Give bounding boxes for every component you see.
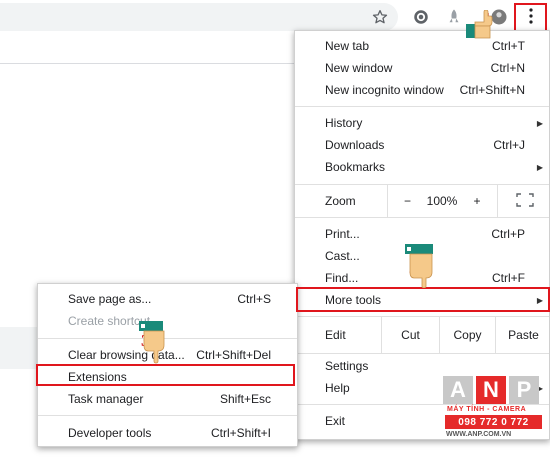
zoom-label: Zoom [325,194,356,208]
menu-item-history[interactable]: History ▶ [295,112,549,134]
menu-label: Exit [325,414,346,428]
zoom-value: 100% [426,194,458,208]
pointing-hand-icon [405,244,433,288]
menu-label: Bookmarks [325,160,386,174]
menu-shortcut: Ctrl+Shift+N [459,83,525,97]
menu-item-settings[interactable]: Settings [295,355,549,377]
menu-shortcut: Ctrl+J [493,138,525,152]
menu-label: Downloads [325,138,385,152]
watermark-letters: A N P [443,376,539,404]
more-tools-submenu: Save page as... Ctrl+S Create shortcut..… [37,283,298,447]
menu-item-edit: Edit Cut Copy Paste [295,317,549,353]
menu-label: Cast... [325,249,360,263]
paste-button[interactable]: Paste [495,317,550,353]
anp-watermark-logo: A N P MÁY TÍNH - CAMERA 098 772 0 772 WW… [443,376,544,446]
copy-button[interactable]: Copy [439,317,495,353]
menu-separator [295,353,549,354]
menu-shortcut: Ctrl+T [492,39,525,53]
menu-shortcut: Ctrl+N [490,61,525,75]
submenu-arrow-icon: ▶ [536,118,543,128]
fullscreen-icon [515,192,534,210]
menu-item-bookmarks[interactable]: Bookmarks ▶ [295,156,549,178]
edit-label: Edit [325,328,346,342]
menu-label: Settings [325,359,369,373]
menu-label: Developer tools [68,426,152,440]
watermark-letter: P [509,376,539,404]
menu-label: New tab [325,39,370,53]
menu-label: Find... [325,271,359,285]
menu-item-new-tab[interactable]: New tab Ctrl+T [295,35,549,57]
menu-label: More tools [325,293,382,307]
pointing-hand-icon [466,10,493,39]
watermark-subtitle: MÁY TÍNH - CAMERA [447,406,527,413]
fullscreen-button[interactable] [497,185,550,217]
zoom-in-button[interactable]: + [457,185,497,217]
menu-label: New window [325,61,393,75]
menu-shortcut: Ctrl+Shift+I [210,426,271,440]
menu-item-developer-tools[interactable]: Developer tools Ctrl+Shift+I [38,422,297,444]
watermark-website: WWW.ANP.COM.VN [446,431,512,438]
menu-label: Print... [325,227,360,241]
menu-separator [38,415,297,416]
menu-separator [295,217,549,218]
extension-eye-icon[interactable] [410,6,432,28]
watermark-phone: 098 772 0 772 [445,415,542,429]
menu-item-new-window[interactable]: New window Ctrl+N [295,57,549,79]
menu-shortcut: Ctrl+F [492,271,525,285]
menu-label: Help [325,381,350,395]
menu-item-extensions[interactable]: Extensions [38,366,297,388]
menu-shortcut: Ctrl+P [491,227,525,241]
submenu-arrow-icon: ▶ [536,162,543,172]
page-divider [0,63,298,64]
menu-label: Extensions [68,370,127,384]
zoom-out-button[interactable]: − [387,185,427,217]
watermark-letter: A [443,376,473,404]
menu-label: History [325,116,363,130]
menu-item-zoom: Zoom − 100% + [295,185,549,217]
menu-item-save-page[interactable]: Save page as... Ctrl+S [38,288,297,310]
cut-button[interactable]: Cut [381,317,439,353]
menu-separator [295,106,549,107]
menu-item-new-incognito[interactable]: New incognito window Ctrl+Shift+N [295,79,549,101]
menu-shortcut: Shift+Esc [219,392,271,406]
more-menu-button[interactable] [514,3,547,32]
submenu-arrow-icon: ▶ [536,295,543,305]
pointing-hand-icon [139,321,165,364]
page-content-block [0,327,40,369]
menu-item-task-manager[interactable]: Task manager Shift+Esc [38,388,297,410]
menu-item-downloads[interactable]: Downloads Ctrl+J [295,134,549,156]
menu-item-more-tools[interactable]: More tools ▶ [295,289,549,311]
address-bar[interactable] [0,3,398,31]
menu-label: New incognito window [325,83,444,97]
menu-label: Save page as... [68,292,152,306]
more-menu-icon [528,8,533,27]
watermark-letter: N [476,376,506,404]
extension-rocket-icon[interactable] [443,6,465,28]
menu-shortcut: Ctrl+S [237,292,271,306]
menu-shortcut: Ctrl+Shift+Del [196,348,271,362]
menu-label: Task manager [68,392,144,406]
star-icon[interactable] [369,6,391,28]
